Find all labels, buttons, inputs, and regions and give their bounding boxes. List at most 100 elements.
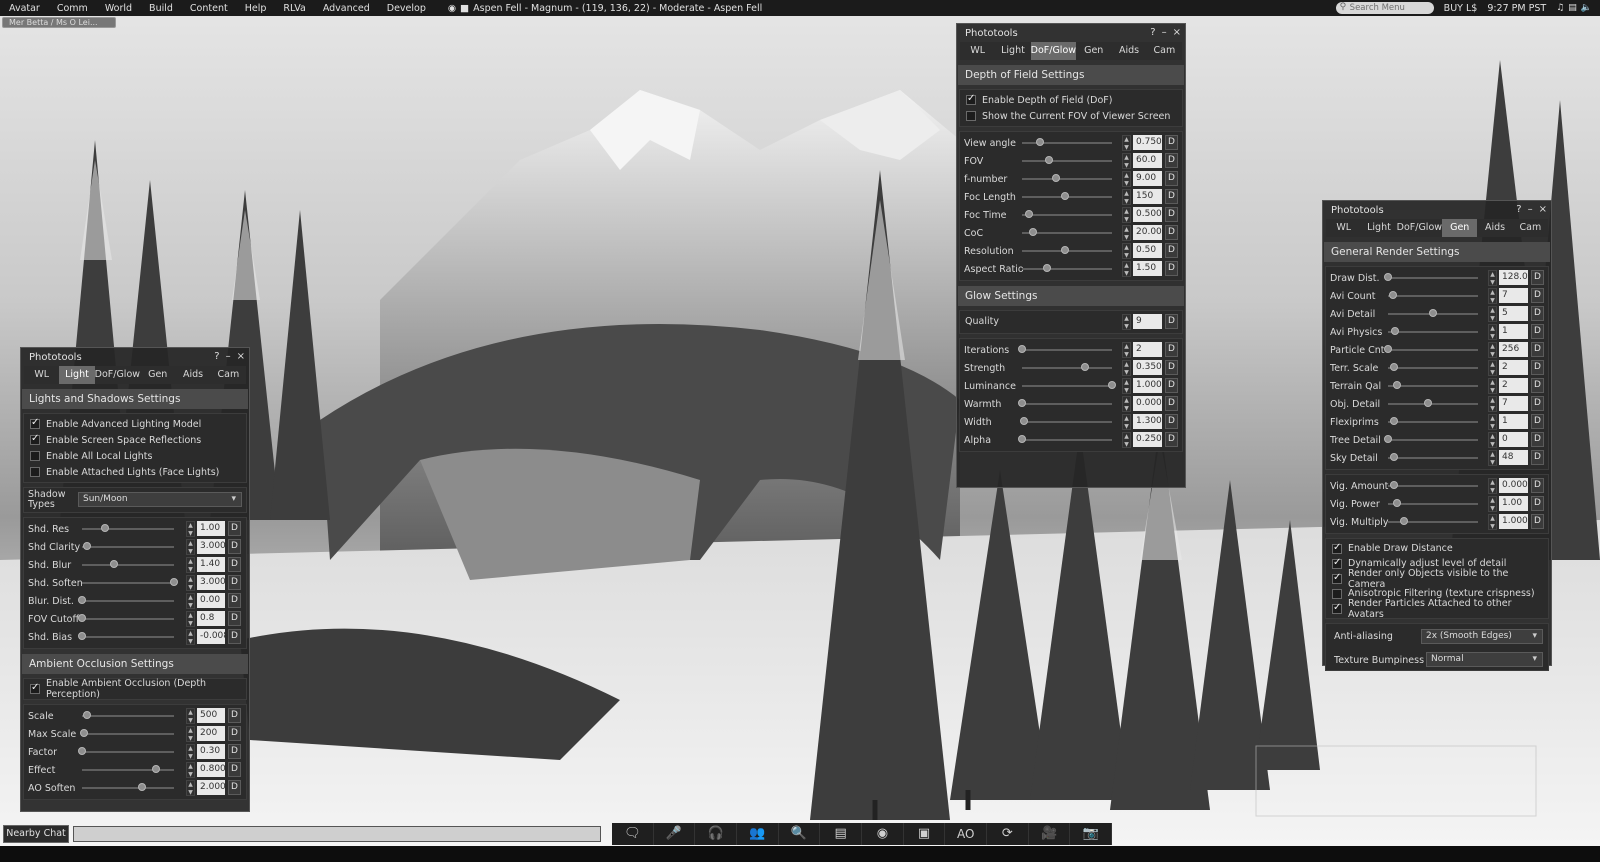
value-field[interactable]: 150 xyxy=(1133,189,1162,204)
value-field[interactable]: 48 xyxy=(1499,450,1528,465)
camera-photo-icon[interactable]: 📷 xyxy=(1070,823,1113,845)
slider-knob[interactable] xyxy=(78,614,86,622)
slider-track[interactable] xyxy=(82,765,174,773)
value-field[interactable]: 0.30 xyxy=(197,744,225,759)
slider-track[interactable] xyxy=(82,711,174,719)
spinner[interactable]: ▲ ▼ xyxy=(1122,396,1131,412)
slider-knob[interactable] xyxy=(1019,417,1028,425)
default-button[interactable]: D xyxy=(1165,342,1178,357)
slider-track[interactable] xyxy=(78,614,174,622)
value-field[interactable]: 1.00 xyxy=(197,521,225,536)
menu-content[interactable]: Content xyxy=(181,3,236,14)
checkbox[interactable] xyxy=(30,682,40,694)
spinner[interactable]: ▲ ▼ xyxy=(1488,378,1497,394)
search-menu-input[interactable]: Search Menu xyxy=(1335,1,1434,14)
slider-knob[interactable] xyxy=(1052,174,1061,182)
spinner[interactable]: ▲ ▼ xyxy=(1488,414,1497,430)
default-button[interactable]: D xyxy=(1531,432,1544,447)
spinner[interactable]: ▲ ▼ xyxy=(186,708,195,724)
menu-avatar[interactable]: Avatar xyxy=(0,3,48,14)
slider-knob[interactable] xyxy=(1018,435,1026,443)
slider-track[interactable] xyxy=(1022,210,1112,218)
eye-icon[interactable]: ◉ xyxy=(448,3,456,14)
tab-aids[interactable]: Aids xyxy=(175,366,210,384)
slider-track[interactable] xyxy=(1018,435,1112,443)
minimize-icon[interactable]: – xyxy=(226,351,231,362)
spinner[interactable]: ▲ ▼ xyxy=(186,744,195,760)
chat-input[interactable] xyxy=(73,826,601,842)
slider-knob[interactable] xyxy=(1384,273,1392,281)
value-field[interactable]: 0.000 xyxy=(1133,396,1162,411)
tab-wl[interactable]: WL xyxy=(24,366,59,384)
slider-track[interactable] xyxy=(1022,192,1112,200)
menu-comm[interactable]: Comm xyxy=(48,3,96,14)
slider-knob[interactable] xyxy=(1423,399,1432,407)
slider-knob[interactable] xyxy=(1384,345,1392,353)
default-button[interactable]: D xyxy=(228,539,241,554)
default-button[interactable]: D xyxy=(1531,360,1544,375)
help-icon[interactable]: ? xyxy=(214,351,219,362)
slider-knob[interactable] xyxy=(1429,309,1437,317)
value-field[interactable]: 2 xyxy=(1499,360,1528,375)
value-field[interactable]: 1.000 xyxy=(1133,378,1162,393)
headphones-icon[interactable]: 🎧 xyxy=(695,823,738,845)
default-button[interactable]: D xyxy=(1531,450,1544,465)
slider-track[interactable] xyxy=(1384,435,1478,443)
slider-track[interactable] xyxy=(1388,417,1478,425)
check-attached-particles[interactable]: Render Particles Attached to other Avata… xyxy=(1326,598,1548,620)
default-button[interactable]: D xyxy=(1165,243,1178,258)
default-button[interactable]: D xyxy=(228,762,241,777)
slider-track[interactable] xyxy=(82,783,174,791)
close-icon[interactable]: × xyxy=(1539,204,1547,215)
texture-bumpiness-select[interactable]: Normal xyxy=(1426,652,1543,667)
value-field[interactable]: 200 xyxy=(197,726,225,741)
slider-track[interactable] xyxy=(1388,291,1478,299)
slider-track[interactable] xyxy=(1384,345,1478,353)
default-button[interactable]: D xyxy=(1165,207,1178,222)
spinner[interactable]: ▲ ▼ xyxy=(1488,270,1497,286)
value-field[interactable]: -0.008 xyxy=(197,629,225,644)
value-field[interactable]: 128.0 xyxy=(1499,270,1528,285)
default-button[interactable]: D xyxy=(228,521,241,536)
spinner[interactable]: ▲ ▼ xyxy=(1488,324,1497,340)
value-field[interactable]: 500 xyxy=(197,708,225,723)
spinner[interactable]: ▲ ▼ xyxy=(186,780,195,796)
ao-button[interactable]: AO xyxy=(945,823,988,845)
location-bar[interactable]: ◉ ■ Aspen Fell - Magnum - (119, 136, 22)… xyxy=(448,3,762,14)
tab-cam[interactable]: Cam xyxy=(1513,219,1548,237)
slider-knob[interactable] xyxy=(110,560,119,568)
check-enable-dof[interactable]: Enable Depth of Field (DoF) xyxy=(960,92,1182,108)
chat-bubble-icon[interactable]: 🗨 xyxy=(612,823,654,845)
slider-track[interactable] xyxy=(1384,273,1478,281)
spinner[interactable]: ▲ ▼ xyxy=(186,539,195,555)
default-button[interactable]: D xyxy=(1165,261,1178,276)
slider-knob[interactable] xyxy=(1018,345,1026,353)
spinner[interactable]: ▲ ▼ xyxy=(186,575,195,591)
default-button[interactable]: D xyxy=(228,726,241,741)
tab-aids[interactable]: Aids xyxy=(1477,219,1512,237)
value-field[interactable]: 1 xyxy=(1499,324,1528,339)
snapshot-refresh-icon[interactable]: ⟳ xyxy=(987,823,1029,845)
spinner[interactable]: ▲ ▼ xyxy=(1488,450,1497,466)
floater-title-bar[interactable]: Phototools ? – × xyxy=(1323,201,1551,219)
value-field[interactable]: 0.500 xyxy=(1133,207,1162,222)
slider-knob[interactable] xyxy=(1388,291,1397,299)
default-button[interactable]: D xyxy=(228,708,241,723)
slider-knob[interactable] xyxy=(1036,138,1044,146)
slider-knob[interactable] xyxy=(1390,481,1399,489)
default-button[interactable]: D xyxy=(1531,378,1544,393)
spinner[interactable]: ▲ ▼ xyxy=(1122,261,1131,277)
slider-track[interactable] xyxy=(1022,246,1112,254)
floater-title-bar[interactable]: Phototools ? – × xyxy=(21,348,249,366)
menu-help[interactable]: Help xyxy=(236,3,275,14)
spinner[interactable]: ▲ ▼ xyxy=(1122,189,1131,205)
default-button[interactable]: D xyxy=(1165,360,1178,375)
minimize-icon[interactable]: – xyxy=(1528,204,1533,215)
media-icon[interactable]: ♫ xyxy=(1556,3,1564,13)
checkbox[interactable] xyxy=(966,93,976,105)
value-field[interactable]: 0.50 xyxy=(1133,243,1162,258)
slider-track[interactable] xyxy=(82,560,174,568)
slider-track[interactable] xyxy=(78,596,174,604)
default-button[interactable]: D xyxy=(1531,342,1544,357)
slider-track[interactable] xyxy=(1022,228,1112,236)
